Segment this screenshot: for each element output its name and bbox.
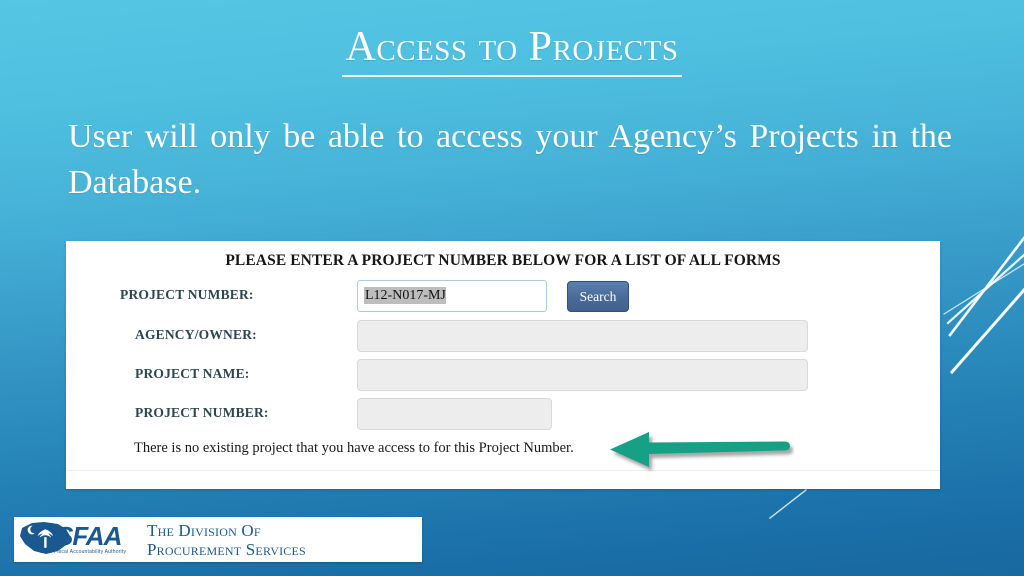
sfaa-wordmark: SFAA [56, 521, 122, 551]
division-line-2: Procurement Services [147, 539, 306, 559]
title-container: Access to Projects [0, 22, 1024, 77]
search-button[interactable]: Search [567, 281, 629, 312]
project-name-label: PROJECT NAME: [135, 366, 250, 381]
project-number-result-label: PROJECT NUMBER: [135, 405, 269, 420]
project-number-input[interactable]: L12-N017-MJ [357, 280, 547, 312]
project-number-result-field [357, 398, 552, 430]
agency-owner-label: AGENCY/OWNER: [135, 327, 257, 342]
page-title: Access to Projects [341, 22, 683, 77]
slide-body-text: User will only be able to access your Ag… [68, 118, 952, 201]
form-row: PROJECT NAME: [66, 359, 940, 393]
division-text: The Division Of Procurement Services [139, 521, 422, 559]
application-form-panel: PLEASE ENTER A PROJECT NUMBER BELOW FOR … [66, 241, 940, 489]
agency-owner-field [357, 320, 808, 352]
project-number-label: PROJECT NUMBER: [120, 287, 254, 302]
footer-logo-bar: SFAA State Fiscal Accountability Authori… [14, 517, 422, 562]
division-line-1: The Division Of [147, 520, 261, 540]
slide: Access to Projects User will only be abl… [0, 0, 1024, 576]
project-number-input-value: L12-N017-MJ [364, 287, 446, 304]
sfaa-tagline: State Fiscal Accountability Authority [39, 549, 127, 555]
form-heading: PLEASE ENTER A PROJECT NUMBER BELOW FOR … [225, 252, 781, 269]
no-access-message: There is no existing project that you ha… [134, 440, 574, 456]
form-row: AGENCY/OWNER: [66, 320, 940, 354]
form-row: PROJECT NUMBER: L12-N017-MJ Search [66, 280, 940, 314]
panel-divider [66, 470, 940, 471]
project-name-field [357, 359, 808, 391]
sfaa-logo-mark: SFAA State Fiscal Accountability Authori… [14, 517, 139, 562]
form-row: PROJECT NUMBER: [66, 398, 940, 432]
